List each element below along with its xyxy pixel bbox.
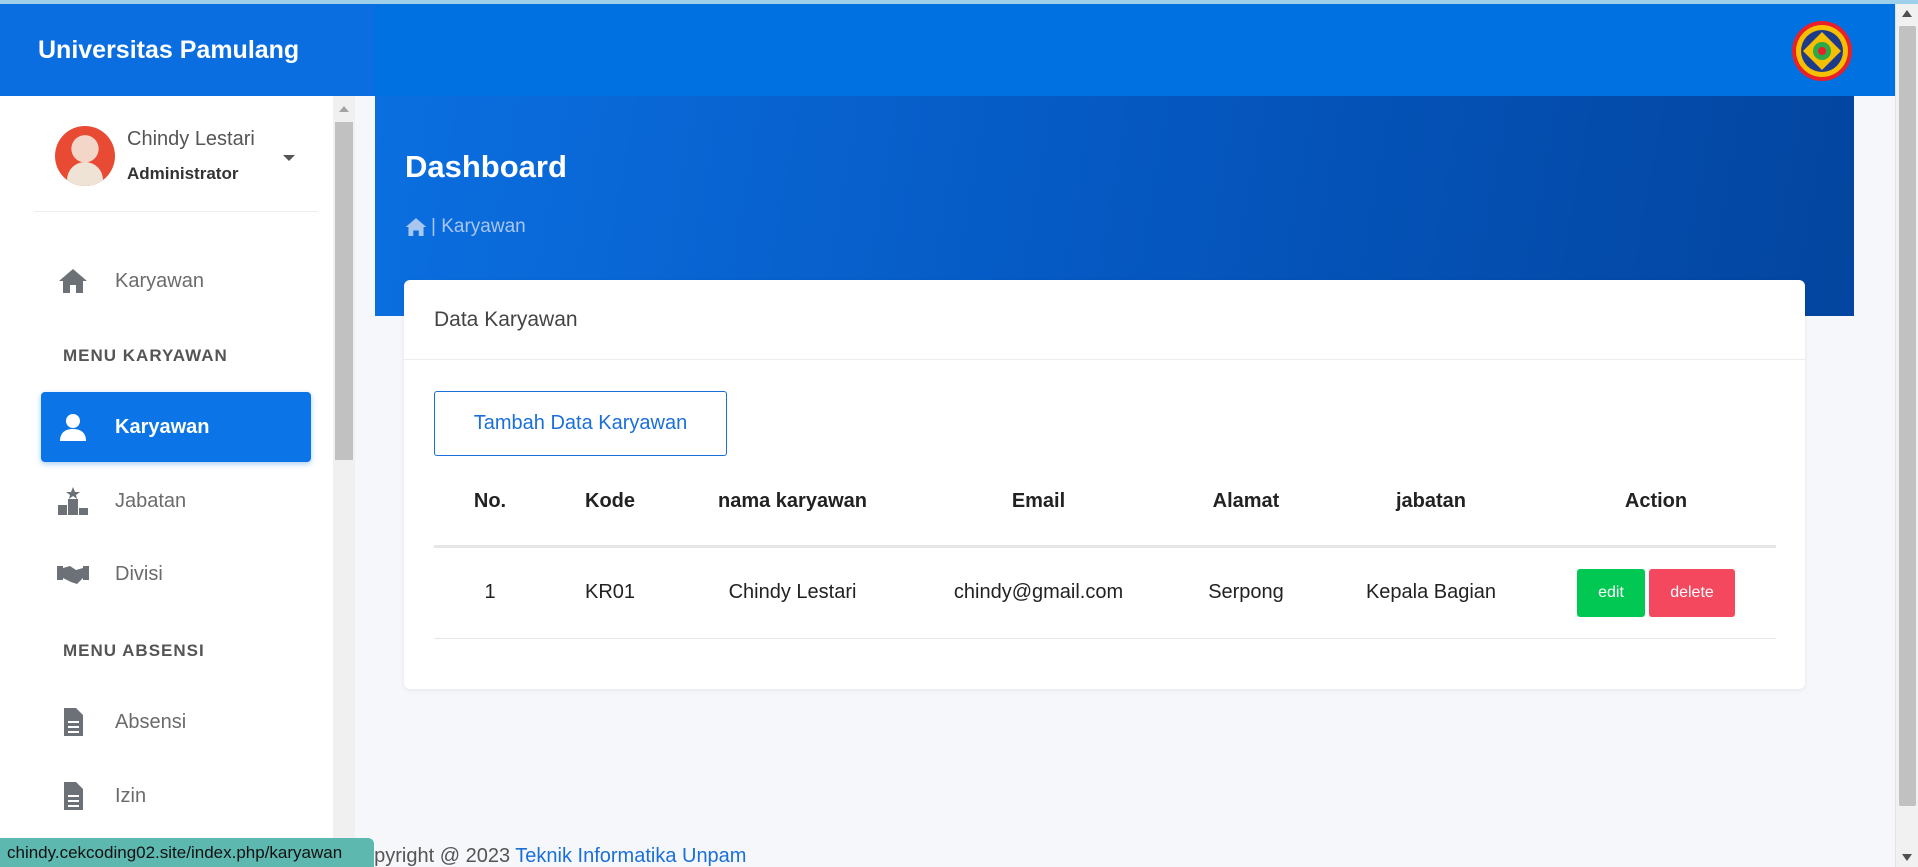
page-scrollbar-thumb[interactable]: [1899, 26, 1916, 806]
breadcrumb: | Karyawan: [405, 216, 526, 238]
edit-button[interactable]: edit: [1577, 568, 1645, 617]
column-header-email: Email: [911, 458, 1166, 548]
sidebar-scrollbar[interactable]: [333, 96, 355, 867]
cell-no: 1: [434, 546, 546, 639]
sidebar-item-label: Karyawan: [115, 415, 210, 438]
university-logo: [1792, 21, 1852, 81]
column-header-action: Action: [1536, 458, 1776, 548]
cell-action: edit delete: [1536, 546, 1776, 639]
page-scrollbar[interactable]: [1895, 4, 1918, 867]
column-header-no: No.: [434, 458, 546, 548]
top-navbar: Universitas Pamulang: [0, 4, 1895, 96]
sidebar-item-absensi[interactable]: Absensi: [41, 687, 311, 757]
table-header-row: No. Kode nama karyawan Email Alamat jaba…: [434, 458, 1776, 548]
avatar: [55, 126, 115, 186]
breadcrumb-current: | Karyawan: [431, 216, 526, 237]
user-profile[interactable]: Chindy Lestari Administrator: [55, 126, 318, 206]
column-header-alamat: Alamat: [1166, 458, 1326, 548]
data-card: Data Karyawan Tambah Data Karyawan No. K…: [404, 280, 1805, 689]
sidebar-item-izin[interactable]: Izin: [41, 761, 311, 831]
sidebar-item-label: Absensi: [115, 710, 187, 733]
user-role: Administrator: [127, 164, 239, 183]
footer: opyright @ 2023 Teknik Informatika Unpam: [363, 845, 746, 867]
cell-nama: Chindy Lestari: [674, 546, 911, 639]
file-icon: [64, 782, 83, 810]
user-name: Chindy Lestari: [127, 128, 255, 150]
home-icon: [59, 269, 87, 293]
sidebar-item-home-karyawan[interactable]: Karyawan: [41, 246, 311, 316]
chevron-down-icon[interactable]: [283, 155, 295, 161]
card-title: Data Karyawan: [404, 280, 1805, 360]
sidebar-item-label: Divisi: [115, 562, 163, 585]
scroll-up-icon[interactable]: [339, 106, 349, 112]
divider: [34, 211, 318, 212]
sidebar-item-divisi[interactable]: Divisi: [41, 539, 311, 609]
sidebar-item-jabatan[interactable]: Jabatan: [41, 466, 311, 536]
karyawan-table: No. Kode nama karyawan Email Alamat jaba…: [434, 458, 1776, 639]
sidebar-item-label: Izin: [115, 784, 147, 807]
file-icon: [64, 708, 83, 736]
scroll-down-icon[interactable]: [1902, 854, 1912, 861]
column-header-jabatan: jabatan: [1326, 458, 1536, 548]
home-icon[interactable]: [405, 217, 427, 237]
column-header-nama: nama karyawan: [674, 458, 911, 548]
sidebar-item-karyawan[interactable]: Karyawan: [41, 392, 311, 462]
sidebar-item-label: Karyawan: [115, 269, 204, 292]
sidebar-scrollbar-thumb[interactable]: [335, 122, 353, 460]
footer-copyright: opyright @ 2023: [363, 845, 511, 867]
handshake-icon: [57, 566, 89, 584]
cell-alamat: Serpong: [1166, 546, 1326, 639]
scroll-up-icon[interactable]: [1902, 10, 1912, 17]
cell-email: chindy@gmail.com: [911, 546, 1166, 639]
footer-link[interactable]: Teknik Informatika Unpam: [515, 845, 746, 867]
page-title: Dashboard: [405, 149, 567, 184]
brand-title[interactable]: Universitas Pamulang: [0, 4, 374, 96]
sidebar: Chindy Lestari Administrator Karyawan ME…: [0, 96, 355, 867]
cell-kode: KR01: [546, 546, 674, 639]
menu-heading-absensi: MENU ABSENSI: [63, 641, 205, 660]
status-url-bar: chindy.cekcoding02.site/index.php/karyaw…: [0, 838, 374, 867]
delete-button[interactable]: delete: [1649, 568, 1735, 617]
add-karyawan-button[interactable]: Tambah Data Karyawan: [434, 391, 727, 456]
sidebar-item-label: Jabatan: [115, 489, 187, 512]
podium-icon: [58, 487, 88, 515]
table-row: 1 KR01 Chindy Lestari chindy@gmail.com S…: [434, 546, 1776, 639]
column-header-kode: Kode: [546, 458, 674, 548]
user-icon: [60, 414, 86, 441]
menu-heading-karyawan: MENU KARYAWAN: [63, 346, 228, 365]
cell-jabatan: Kepala Bagian: [1326, 546, 1536, 639]
